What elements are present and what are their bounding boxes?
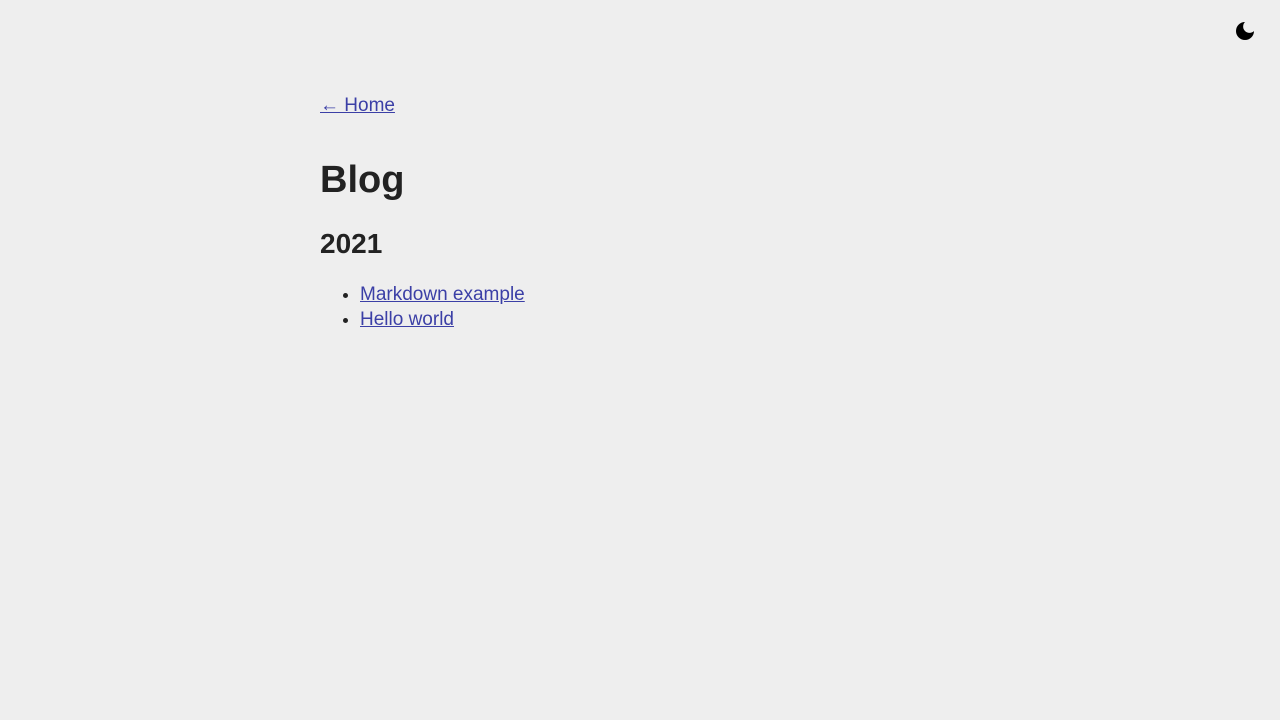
theme-toggle-button[interactable] <box>1234 20 1256 42</box>
post-list: Markdown example Hello world <box>320 282 960 332</box>
list-item: Markdown example <box>360 282 960 307</box>
page-title: Blog <box>320 159 405 201</box>
page-content: ← Home Blog 2021 Markdown example Hello … <box>320 94 960 332</box>
back-home-link[interactable]: ← Home <box>320 95 395 116</box>
year-group: 2021 Markdown example Hello world <box>320 228 960 332</box>
year-heading: 2021 <box>320 228 383 259</box>
post-link-markdown-example[interactable]: Markdown example <box>360 284 525 305</box>
list-item: Hello world <box>360 307 960 332</box>
post-link-hello-world[interactable]: Hello world <box>360 309 454 330</box>
moon-icon <box>1234 20 1256 42</box>
